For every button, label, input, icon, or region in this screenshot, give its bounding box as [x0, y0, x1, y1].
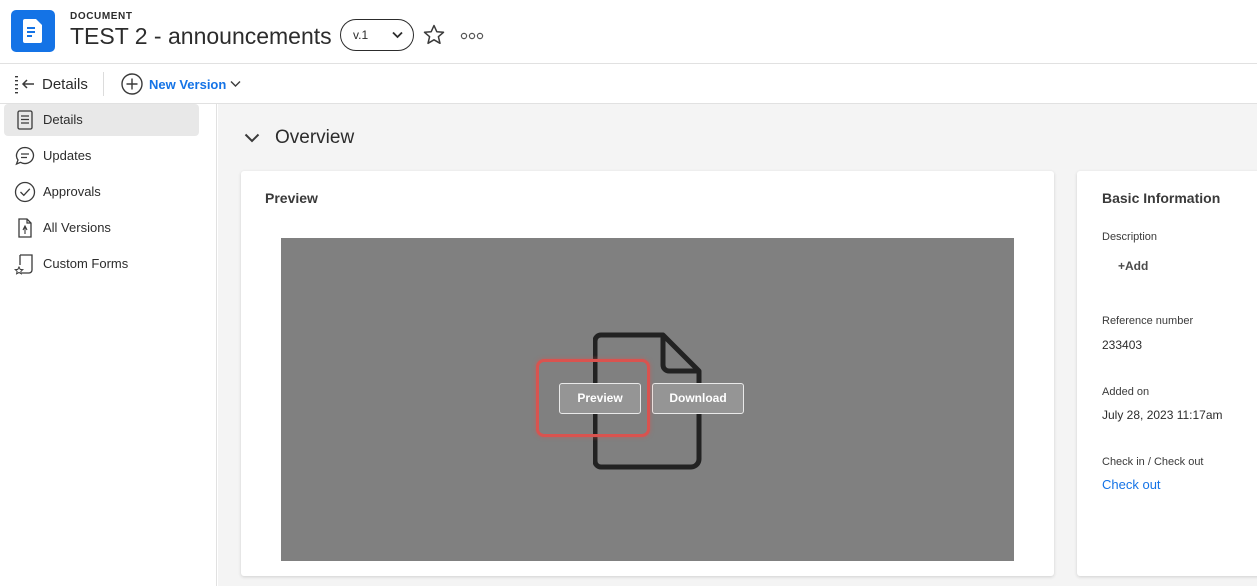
highlight-annotation [536, 359, 650, 437]
toolbar: Details New Version [0, 64, 1257, 104]
preview-card: Preview Preview Download [241, 171, 1054, 576]
download-button[interactable]: Download [652, 383, 744, 414]
reference-number-label: Reference number [1102, 315, 1194, 327]
collapse-panel-button[interactable] [14, 74, 36, 94]
added-on-value: July 28, 2023 11:17am [1102, 408, 1223, 422]
sidebar-item-label: Details [43, 112, 83, 127]
overview-section-title: Overview [275, 127, 355, 148]
star-icon [423, 24, 445, 45]
preview-card-title: Preview [265, 190, 318, 206]
more-dots-icon [460, 32, 484, 40]
basic-information-card: Basic Information Description +Add Refer… [1077, 171, 1257, 576]
add-description-button[interactable]: +Add [1118, 259, 1148, 273]
sidebar-item-label: Custom Forms [43, 256, 129, 271]
reference-number-value: 233403 [1102, 338, 1143, 352]
collapse-panel-icon [15, 76, 34, 94]
sidebar: Details Updates Approvals All Versions C… [0, 104, 217, 586]
chevron-down-icon [244, 133, 260, 143]
sidebar-item-label: All Versions [43, 220, 111, 235]
added-on-label: Added on [1102, 386, 1150, 398]
basic-information-title: Basic Information [1102, 190, 1221, 206]
sidebar-item-details[interactable]: Details [4, 104, 199, 136]
toolbar-divider [103, 72, 104, 96]
favorite-star-button[interactable] [422, 23, 446, 47]
sidebar-item-label: Approvals [43, 184, 101, 199]
checkmark-circle-icon [14, 181, 36, 203]
form-icon [14, 254, 33, 275]
page-title: TEST 2 - announcements [70, 23, 332, 49]
check-in-out-label: Check in / Check out [1102, 456, 1204, 468]
document-type-icon [11, 10, 55, 52]
description-label: Description [1102, 231, 1158, 243]
plus-circle-icon [121, 73, 143, 95]
document-type-label: DOCUMENT [70, 11, 133, 22]
chat-bubble-icon [15, 146, 35, 166]
sidebar-item-all-versions[interactable]: All Versions [4, 212, 199, 244]
document-lines-icon [17, 110, 33, 130]
sidebar-item-updates[interactable]: Updates [4, 140, 199, 172]
chevron-down-icon [230, 81, 241, 87]
sidebar-item-approvals[interactable]: Approvals [4, 176, 199, 208]
check-out-link[interactable]: Check out [1102, 477, 1161, 492]
overview-collapse-toggle[interactable] [244, 130, 260, 148]
panel-title: Details [42, 76, 88, 93]
sidebar-item-custom-forms[interactable]: Custom Forms [4, 248, 199, 280]
new-version-label: New Version [149, 77, 227, 92]
main-content: Overview Preview Preview Download Basic … [218, 104, 1257, 586]
file-versions-icon [18, 218, 32, 238]
page-header: DOCUMENT TEST 2 - announcements v.1 [0, 0, 1257, 64]
chevron-down-icon [392, 31, 403, 39]
preview-area: Preview Download [281, 238, 1014, 561]
sidebar-item-label: Updates [43, 148, 92, 163]
version-dropdown[interactable]: v.1 [340, 19, 414, 51]
more-options-button[interactable] [460, 29, 484, 41]
version-value: v.1 [353, 28, 369, 42]
